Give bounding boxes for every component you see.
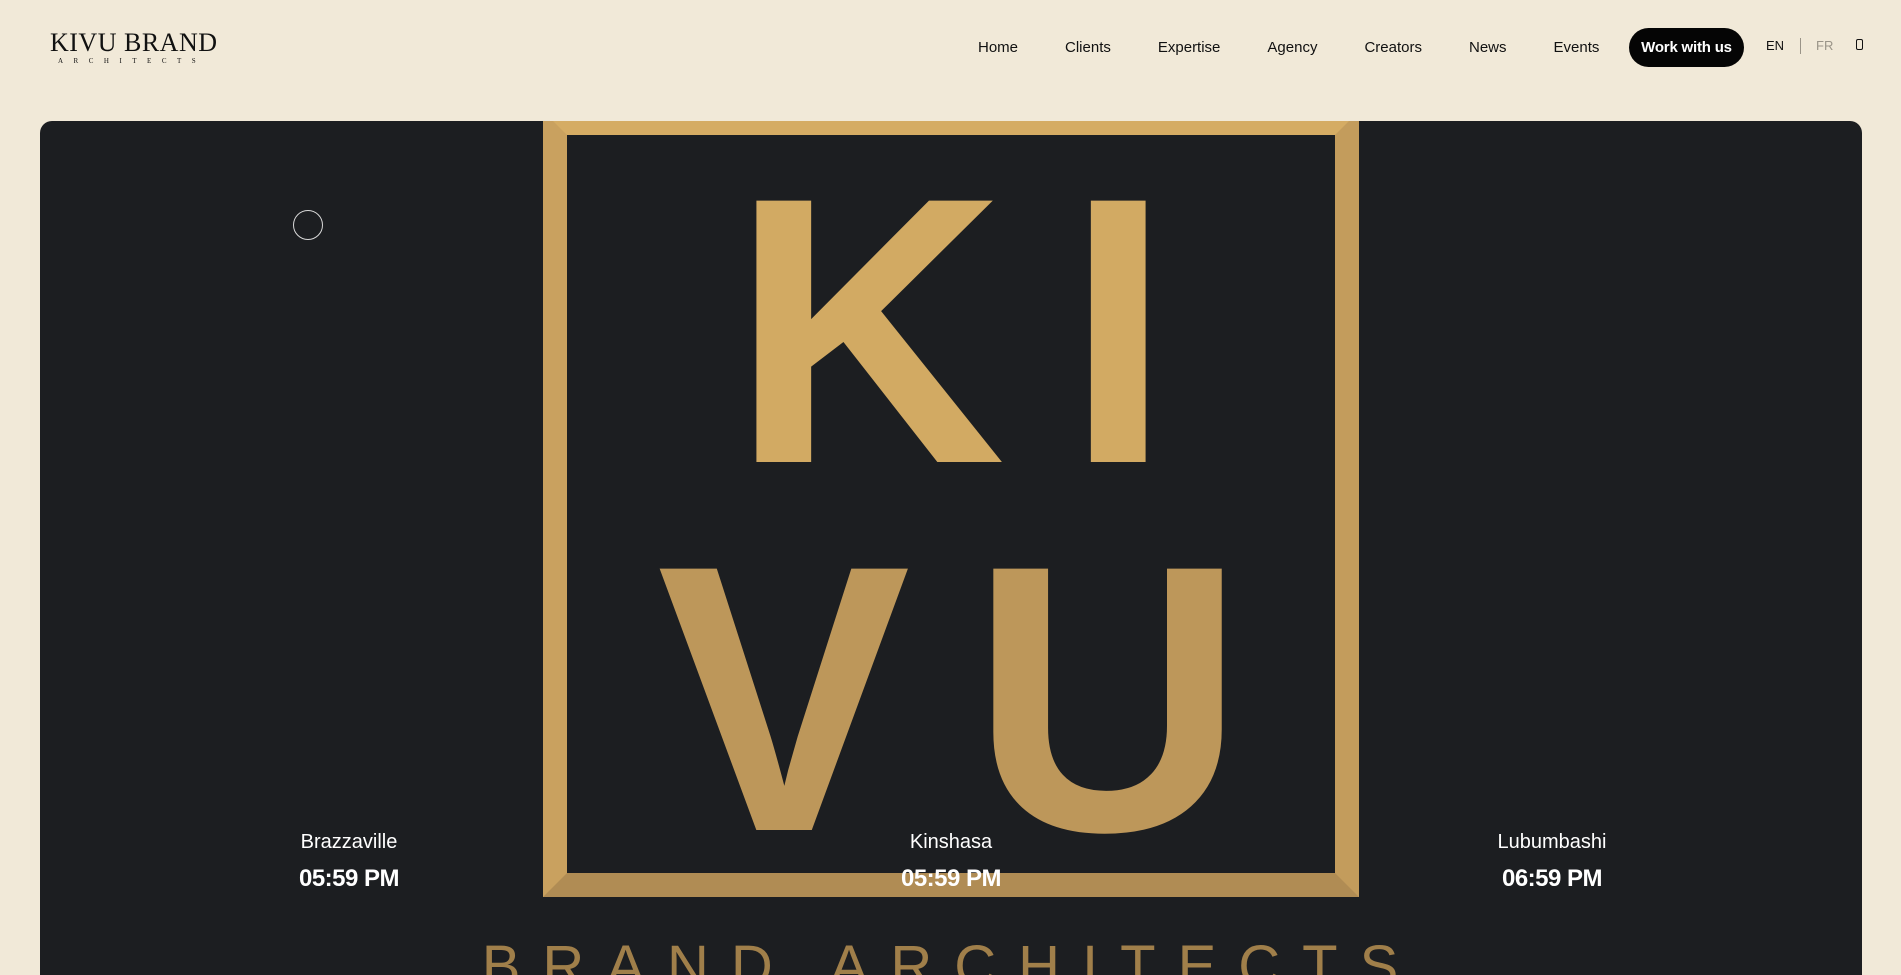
nav-news[interactable]: News [1469, 39, 1507, 56]
clock-time: 05:59 PM [298, 865, 400, 892]
nav-events[interactable]: Events [1554, 39, 1600, 56]
nav-agency[interactable]: Agency [1267, 39, 1317, 56]
clock-city: Kinshasa [909, 831, 993, 853]
work-with-us-button[interactable]: Work with us [1629, 28, 1744, 67]
hero-letters-ki: KI [731, 121, 1231, 543]
nav-expertise[interactable]: Expertise [1158, 39, 1221, 56]
mobile-phone-icon[interactable] [1856, 39, 1863, 50]
language-divider [1800, 38, 1801, 54]
clock-lubumbashi: Lubumbashi 06:59 PM [1452, 830, 1652, 894]
cursor-circle-icon [293, 210, 323, 240]
clock-city: Lubumbashi [1497, 831, 1607, 853]
logo-wordmark: KIVU BRAND [50, 28, 218, 57]
nav-home[interactable]: Home [978, 39, 1018, 56]
language-en[interactable]: EN [1766, 38, 1784, 54]
clock-kinshasa: Kinshasa 05:59 PM [851, 830, 1051, 894]
main-nav: Home Clients Expertise Agency Creators N… [978, 28, 1646, 66]
brand-logo[interactable]: KIVU BRAND ARCHITECTS [50, 30, 220, 66]
language-fr[interactable]: FR [1816, 38, 1833, 54]
clock-brazzaville: Brazzaville 05:59 PM [249, 830, 449, 894]
site-header: KIVU BRAND ARCHITECTS Home Clients Exper… [0, 0, 1901, 96]
hero-tagline: BRAND ARCHITECTS [481, 934, 1421, 975]
clock-time: 05:59 PM [900, 865, 1002, 892]
logo-subtitle: ARCHITECTS [58, 57, 207, 65]
nav-clients[interactable]: Clients [1065, 39, 1111, 56]
nav-creators[interactable]: Creators [1364, 39, 1422, 56]
hero-banner: KI VU BRAND ARCHITECTS Brazzaville 05:59… [40, 121, 1862, 975]
clock-time: 06:59 PM [1501, 865, 1603, 892]
clock-city: Brazzaville [300, 831, 398, 853]
